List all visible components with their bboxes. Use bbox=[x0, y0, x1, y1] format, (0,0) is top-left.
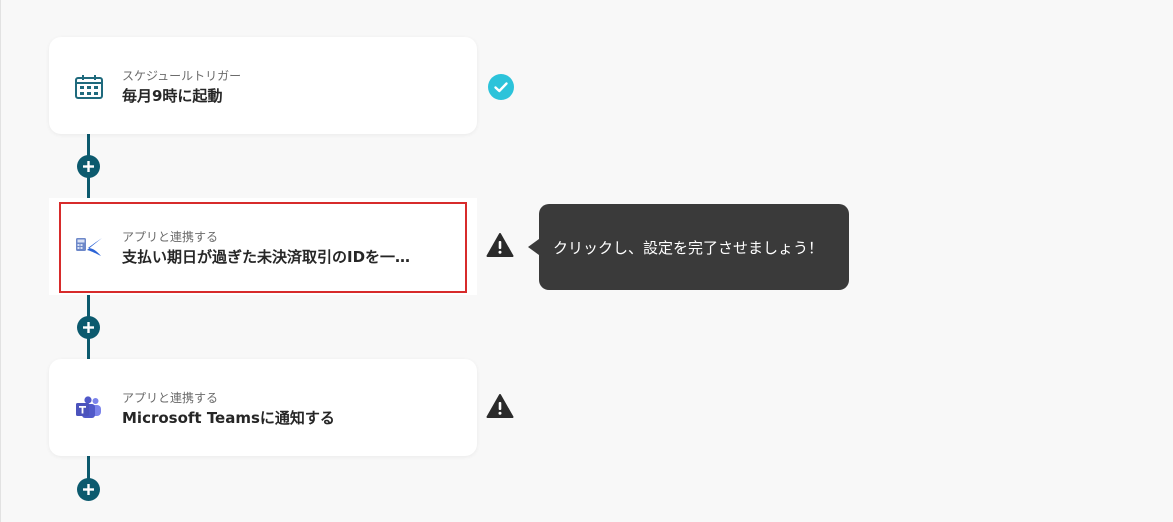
calendar-schedule-icon bbox=[73, 70, 105, 102]
flow-canvas: スケジュールトリガー 毎月9時に起動 アプリと連携する 支払い期日が過ぎた未決済… bbox=[0, 0, 1173, 522]
add-step-button[interactable] bbox=[77, 316, 100, 339]
status-complete-icon bbox=[487, 73, 515, 101]
flow-step-card-schedule-trigger[interactable]: スケジュールトリガー 毎月9時に起動 bbox=[49, 37, 477, 134]
step-subtitle: アプリと連携する bbox=[122, 391, 219, 405]
tooltip-arrow bbox=[528, 239, 539, 255]
microsoft-teams-icon bbox=[73, 392, 105, 424]
step-title: 毎月9時に起動 bbox=[122, 87, 223, 105]
flow-step-card-microsoft-teams[interactable]: アプリと連携する Microsoft Teamsに通知する bbox=[49, 359, 477, 456]
add-step-button[interactable] bbox=[77, 478, 100, 501]
step-title: Microsoft Teamsに通知する bbox=[122, 409, 335, 427]
add-step-button[interactable] bbox=[77, 155, 100, 178]
step-subtitle: スケジュールトリガー bbox=[122, 69, 242, 83]
plus-icon bbox=[83, 161, 94, 172]
flow-step-card-freee[interactable]: アプリと連携する 支払い期日が過ぎた未決済取引のIDを一… bbox=[49, 198, 477, 295]
warning-icon bbox=[486, 231, 514, 259]
plus-icon bbox=[83, 484, 94, 495]
step-title: 支払い期日が過ぎた未決済取引のIDを一… bbox=[122, 248, 411, 266]
tooltip: クリックし、設定を完了させましょう！ bbox=[539, 204, 849, 290]
tooltip-text: クリックし、設定を完了させましょう！ bbox=[553, 238, 824, 257]
plus-icon bbox=[83, 322, 94, 333]
step-subtitle: アプリと連携する bbox=[122, 230, 219, 244]
warning-icon bbox=[486, 392, 514, 420]
freee-accounting-icon bbox=[73, 231, 105, 263]
